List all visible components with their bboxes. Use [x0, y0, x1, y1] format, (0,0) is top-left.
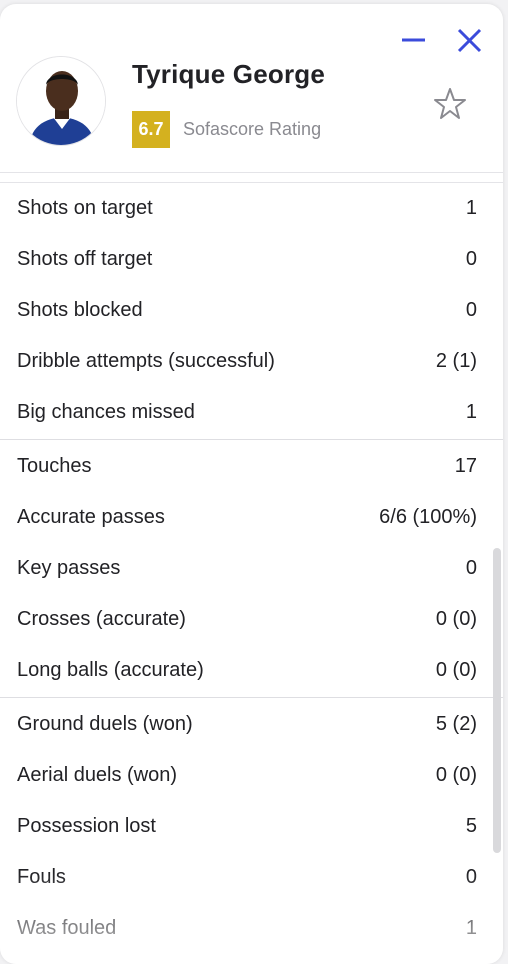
stat-label: Long balls (accurate) — [17, 659, 204, 681]
close-button[interactable] — [454, 26, 484, 56]
group-divider — [0, 697, 503, 698]
rating-label: Sofascore Rating — [183, 119, 322, 139]
stat-value: 5 (2) — [435, 713, 477, 735]
group-divider — [0, 439, 503, 440]
stat-row: Ground duels (won) 5 (2) — [0, 699, 503, 750]
stat-row: Accurate passes 6/6 (100%) — [0, 492, 503, 543]
stat-row: Aerial duels (won) 0 (0) — [0, 750, 503, 801]
stat-label: Crosses (accurate) — [17, 608, 186, 630]
stat-row: Key passes 0 — [0, 543, 503, 594]
stats-group-shooting: Shots on target 1 Shots off target 0 Sho… — [0, 183, 503, 438]
minimize-icon — [402, 38, 425, 42]
close-icon — [457, 28, 482, 53]
stat-label: Shots off target — [17, 248, 153, 270]
minimize-button[interactable] — [398, 26, 428, 56]
favorite-button[interactable] — [432, 86, 468, 122]
player-name: Tyrique George — [132, 59, 326, 89]
stat-label: Fouls — [17, 866, 66, 888]
stat-row: Shots blocked 0 — [0, 285, 503, 336]
stat-label: Possession lost — [17, 815, 156, 837]
stat-label: Accurate passes — [17, 506, 165, 528]
stat-row: Shots off target 0 — [0, 234, 503, 285]
player-photo-icon — [17, 57, 105, 145]
stat-value: 1 — [465, 197, 477, 219]
player-stats-panel: Tyrique George 6.7 Sofascore Rating Shot… — [0, 4, 503, 964]
stat-row: Fouls 0 — [0, 852, 503, 903]
stat-label: Aerial duels (won) — [17, 764, 178, 786]
stat-value: 2 (1) — [435, 350, 477, 372]
stat-label: Shots on target — [17, 197, 153, 219]
player-header: Tyrique George 6.7 Sofascore Rating — [0, 4, 503, 173]
stat-value: 0 (0) — [435, 659, 477, 681]
stat-value: 6/6 (100%) — [379, 506, 477, 528]
stat-row: Big chances missed 1 — [0, 387, 503, 438]
rating-badge: 6.7 — [132, 111, 170, 148]
scrollbar-thumb[interactable] — [493, 548, 501, 853]
stat-label: Shots blocked — [17, 299, 143, 321]
stat-value: 1 — [465, 401, 477, 423]
stat-value: 0 — [465, 248, 477, 270]
stats-group-duels: Ground duels (won) 5 (2) Aerial duels (w… — [0, 699, 503, 954]
stat-value: 17 — [454, 455, 477, 477]
stat-value: 5 — [465, 815, 477, 837]
stat-value: 0 (0) — [435, 608, 477, 630]
stat-row: Was fouled 1 — [0, 903, 503, 954]
stat-label: Key passes — [17, 557, 121, 579]
stat-value: 0 — [465, 866, 477, 888]
stat-label: Was fouled — [17, 917, 117, 939]
stat-value: 0 — [465, 299, 477, 321]
stat-row: Touches 17 — [0, 441, 503, 492]
stat-value: 0 — [465, 557, 477, 579]
stat-label: Touches — [17, 455, 92, 477]
stat-label: Dribble attempts (successful) — [17, 350, 275, 372]
stat-row: Dribble attempts (successful) 2 (1) — [0, 336, 503, 387]
star-outline-icon — [434, 88, 466, 119]
stat-label: Big chances missed — [17, 401, 195, 423]
stat-row: Long balls (accurate) 0 (0) — [0, 645, 503, 696]
stat-row: Shots on target 1 — [0, 183, 503, 234]
stat-row: Possession lost 5 — [0, 801, 503, 852]
stat-value: 1 — [465, 917, 477, 939]
stat-value: 0 (0) — [435, 764, 477, 786]
stat-label: Ground duels (won) — [17, 713, 193, 735]
stat-row: Crosses (accurate) 0 (0) — [0, 594, 503, 645]
stats-group-passing: Touches 17 Accurate passes 6/6 (100%) Ke… — [0, 441, 503, 696]
player-avatar — [16, 56, 106, 146]
